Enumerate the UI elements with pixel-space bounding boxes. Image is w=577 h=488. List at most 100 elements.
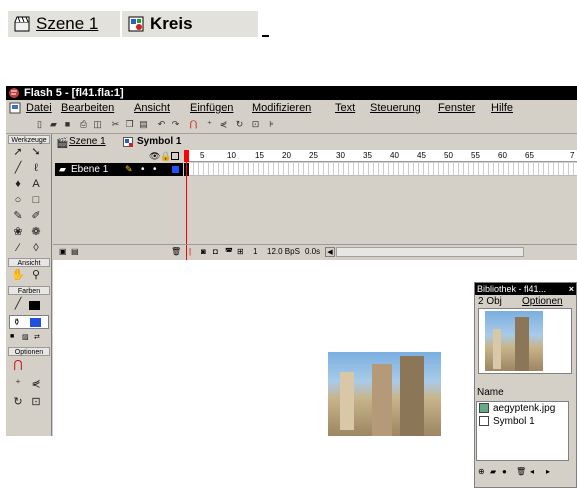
statue-shape [340,372,354,430]
timeline-scrollbar[interactable] [336,247,524,257]
edit-path-bar: 🎬 Szene 1 Symbol 1 [53,134,577,150]
new-folder-icon[interactable]: ▰ [490,465,496,479]
new-symbol-icon[interactable]: ⊕ [478,465,485,479]
visibility-dot-icon[interactable]: • [141,163,145,176]
library-item-name[interactable]: aegyptenk.jpg [493,403,555,414]
smooth-icon[interactable]: ⁺ [204,119,215,130]
eraser-tool-icon[interactable]: ◊ [29,242,43,255]
subselect-tool-icon[interactable]: ➘ [29,146,43,159]
copy-icon[interactable]: ❐ [124,119,135,130]
outline-layers-icon[interactable] [171,152,179,160]
symbol-breadcrumb-item[interactable]: Kreis [122,11,220,37]
tab-symbol[interactable]: Symbol 1 [137,134,181,150]
scroll-left-icon[interactable]: ◂ [530,465,534,479]
frame-number: 15 [255,151,264,160]
paint-bucket-tool-icon[interactable]: ❁ [29,226,43,239]
layer-row-ebene-1[interactable]: ▰ Ebene 1 ✎ • • [55,163,183,176]
properties-icon[interactable]: ● [502,465,507,479]
scale-option-icon[interactable]: ⊡ [29,396,43,409]
frame-cells[interactable] [184,163,577,176]
hand-tool-icon[interactable]: ✋ [11,269,25,282]
fill-color-swatch[interactable] [30,318,41,327]
fill-bucket-icon[interactable]: ⚱ [13,317,21,328]
menu-einfuegen[interactable]: Einfügen [190,100,233,116]
library-list: aegyptenk.jpg Symbol 1 [476,401,569,461]
scroll-left-icon[interactable]: ◀ [325,247,335,257]
library-name-header[interactable]: Name [477,387,504,398]
brush-tool-icon[interactable]: ✐ [29,210,43,223]
list-item[interactable]: Symbol 1 [477,416,569,429]
show-hide-layers-icon[interactable]: 👁 [149,151,160,162]
no-color-icon[interactable]: ▨ [22,333,34,343]
menu-steuerung[interactable]: Steuerung [370,100,421,116]
save-icon[interactable]: ■ [62,119,73,130]
zoom-tool-icon[interactable]: ⚲ [29,269,43,282]
onion-markers-icon[interactable]: ⊞ [237,245,244,259]
pillar-shape [515,317,529,371]
swap-colors-icon[interactable]: ⇄ [34,333,46,343]
onion-outlines-icon[interactable]: ◘ [213,245,218,259]
lock-layers-icon[interactable]: 🔒 [160,151,171,162]
smooth-option-icon[interactable]: ⁺ [11,378,25,391]
menu-datei[interactable]: Datei [26,100,52,116]
straighten-option-icon[interactable]: ⋞ [29,378,43,391]
tab-scene[interactable]: Szene 1 [69,134,106,150]
line-tool-icon[interactable]: ╱ [11,162,25,175]
scene-label[interactable]: Szene 1 [36,11,98,37]
stage-bitmap-aegyptenk[interactable] [328,352,441,436]
scene-breadcrumb-item[interactable]: Szene 1 [8,11,120,37]
rectangle-tool-icon[interactable]: □ [29,194,43,207]
menu-hilfe[interactable]: Hilfe [491,100,513,116]
delete-layer-icon[interactable]: 🗑 [171,245,181,259]
align-icon[interactable]: ⊧ [266,119,277,130]
add-layer-icon[interactable]: ▣ [59,245,67,259]
library-item-name[interactable]: Symbol 1 [493,416,535,427]
rotate-option-icon[interactable]: ↻ [11,396,25,409]
menu-fenster[interactable]: Fenster [438,100,475,116]
playhead-marker[interactable] [184,150,189,162]
scale-icon[interactable]: ⊡ [250,119,261,130]
list-item[interactable]: aegyptenk.jpg [477,403,569,416]
print-preview-icon[interactable]: ◫ [92,119,103,130]
rotate-icon[interactable]: ↻ [234,119,245,130]
redo-icon[interactable]: ↷ [170,119,181,130]
menu-bearbeiten[interactable]: Bearbeiten [61,100,114,116]
close-icon[interactable]: × [569,283,574,295]
pencil-tool-icon[interactable]: ✎ [11,210,25,223]
dropper-tool-icon[interactable]: ⁄ [11,242,25,255]
snap-magnet-icon[interactable]: ⋂ [188,119,199,130]
outline-color-icon[interactable] [172,166,179,173]
menu-text[interactable]: Text [335,100,355,116]
center-frame-icon[interactable]: | [189,245,191,259]
menu-modifizieren[interactable]: Modifizieren [252,100,311,116]
symbol-label[interactable]: Kreis [150,11,193,37]
library-options-button[interactable]: Optionen [522,296,563,307]
undo-icon[interactable]: ↶ [156,119,167,130]
menu-ansicht[interactable]: Ansicht [134,100,170,116]
edit-multiple-frames-icon[interactable]: ◚ [225,245,233,259]
stroke-color-icon[interactable]: ╱ [11,298,25,311]
default-colors-icon[interactable]: ■ [10,333,22,343]
new-file-icon[interactable]: ▯ [34,119,45,130]
snap-option-icon[interactable]: ⋂ [11,359,25,372]
pen-tool-icon[interactable]: ♦ [11,178,25,191]
stroke-color-swatch[interactable] [29,301,40,310]
scroll-right-icon[interactable]: ▸ [546,465,550,479]
print-icon[interactable]: ⎙ [78,119,89,130]
graphic-symbol-icon [128,16,144,32]
straighten-icon[interactable]: ⋞ [218,119,229,130]
paste-icon[interactable]: ▤ [138,119,149,130]
frame-ruler[interactable]: 5 10 15 20 25 30 35 40 45 50 55 60 65 7 [184,150,577,162]
onion-skin-icon[interactable]: ◙ [201,245,206,259]
layer-name[interactable]: Ebene 1 [71,163,108,176]
cut-icon[interactable]: ✂ [110,119,121,130]
delete-item-icon[interactable]: 🗑 [516,465,526,479]
oval-tool-icon[interactable]: ○ [11,194,25,207]
text-tool-icon[interactable]: A [29,178,43,191]
lasso-tool-icon[interactable]: ℓ [29,162,43,175]
open-file-icon[interactable]: ▰ [48,119,59,130]
lock-dot-icon[interactable]: • [153,163,157,176]
ink-bottle-tool-icon[interactable]: ❀ [11,226,25,239]
arrow-tool-icon[interactable]: ➚ [11,146,25,159]
add-guide-layer-icon[interactable]: ▤ [71,245,79,259]
